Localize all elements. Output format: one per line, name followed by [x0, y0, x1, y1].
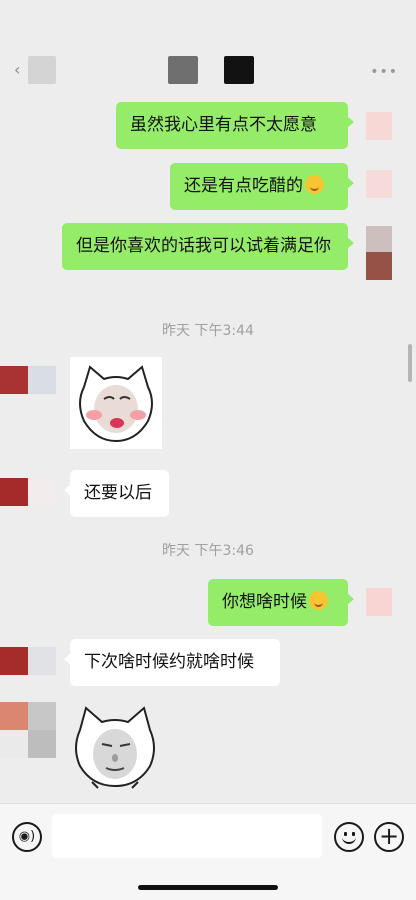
message-text: 你想啥时候	[222, 592, 307, 612]
white-cat-pout-sticker[interactable]	[70, 357, 162, 449]
avatar	[0, 478, 28, 506]
message-bubble-outgoing[interactable]: 虽然我心里有点不太愿意	[116, 102, 354, 149]
plus-icon[interactable]: +	[374, 822, 404, 852]
message-bubble-incoming[interactable]: 下次啥时候约就啥时候	[64, 639, 280, 686]
avatar	[0, 730, 28, 758]
contact-name-blurred	[224, 56, 254, 84]
sticker-image	[70, 357, 162, 449]
avatar	[28, 366, 56, 394]
blush-smile-emoji-icon	[305, 175, 324, 194]
chat-header: ‹ •••	[0, 0, 416, 98]
avatar	[366, 226, 392, 252]
message-text: 虽然我心里有点不太愿意	[130, 115, 317, 135]
laugh-cry-emoji-icon	[309, 591, 328, 610]
avatar	[0, 366, 28, 394]
message-text: 下次啥时候约就啥时候	[84, 652, 254, 672]
voice-icon[interactable]: ◉)	[12, 822, 42, 852]
timestamp: 昨天 下午3:46	[162, 543, 254, 559]
avatar	[366, 588, 392, 616]
message-input[interactable]	[52, 814, 322, 858]
avatar	[28, 478, 56, 506]
avatar	[28, 730, 56, 758]
message-bubble-outgoing[interactable]: 你想啥时候	[208, 579, 354, 626]
chevron-left-icon[interactable]: ‹	[14, 60, 28, 80]
sticker-image	[75, 706, 155, 789]
avatar	[0, 702, 28, 730]
avatar	[366, 112, 392, 140]
message-bubble-outgoing[interactable]: 但是你喜欢的话我可以试着满足你	[62, 223, 354, 270]
contact-name-blurred	[168, 56, 198, 84]
more-dots-icon[interactable]: •••	[370, 64, 398, 80]
emoji-icon[interactable]	[334, 822, 364, 852]
avatar	[366, 170, 392, 198]
avatar	[0, 647, 28, 675]
timestamp: 昨天 下午3:44	[162, 323, 254, 339]
scrollbar[interactable]	[408, 344, 412, 382]
message-text: 但是你喜欢的话我可以试着满足你	[76, 236, 331, 256]
message-text: 还是有点吃醋的	[184, 176, 303, 196]
contact-name-blurred	[28, 56, 56, 84]
avatar	[366, 252, 392, 280]
message-bubble-incoming[interactable]: 还要以后	[64, 470, 169, 517]
chat-area: 虽然我心里有点不太愿意 还是有点吃醋的 但是你喜欢的话我可以试着满足你 昨天 下…	[0, 98, 416, 803]
cat-face-meme-sticker[interactable]	[70, 702, 160, 792]
avatar	[28, 702, 56, 730]
message-bubble-outgoing[interactable]: 还是有点吃醋的	[170, 163, 354, 210]
message-text: 还要以后	[84, 483, 152, 503]
home-indicator[interactable]	[138, 885, 278, 890]
avatar	[28, 647, 56, 675]
